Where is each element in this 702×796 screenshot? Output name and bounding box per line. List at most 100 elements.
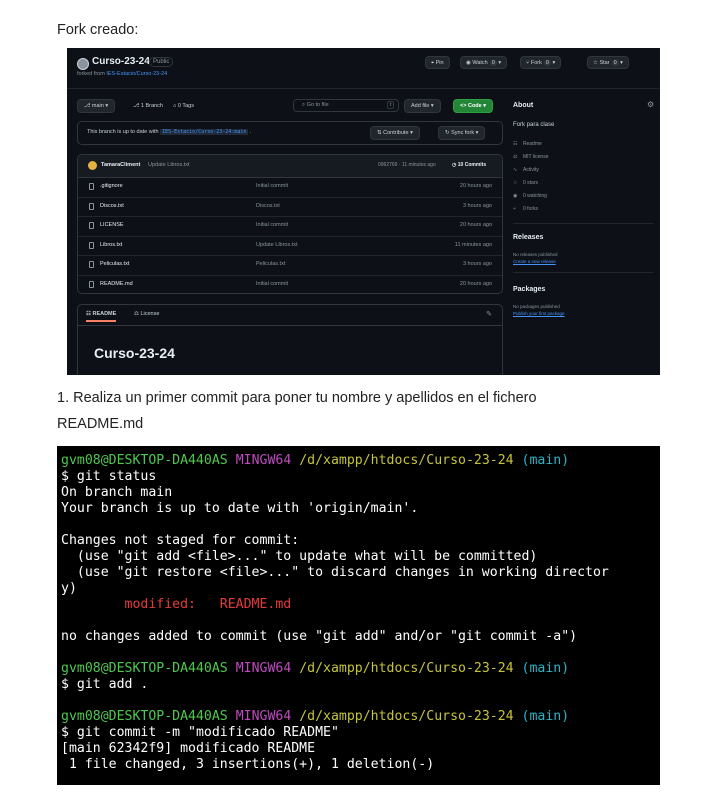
code-label: Code: [467, 103, 482, 109]
prompt-branch: (main): [521, 661, 570, 676]
file-name[interactable]: LICENSE: [100, 222, 124, 228]
commit-message[interactable]: Update Libros.txt: [148, 162, 190, 168]
branches-count: 1 Branch: [140, 103, 163, 109]
book-icon: ☷: [513, 141, 518, 147]
file-row[interactable]: README.md Initial commit 20 hours ago: [78, 275, 502, 293]
prompt-user: gvm08@DESKTOP-DA440AS: [61, 453, 228, 468]
file-date: 11 minutes ago: [454, 241, 492, 248]
repo-header: Curso-23-24 Public forked from IES-Estac…: [67, 48, 660, 89]
readme-heading: Curso-23-24: [94, 345, 175, 361]
about-item-forks[interactable]: ⑂ 0 forks: [513, 206, 538, 212]
about-item-watching[interactable]: ◉ 0 watching: [513, 193, 547, 199]
file-commit[interactable]: Initial commit: [256, 183, 288, 189]
file-commit[interactable]: Initial commit: [256, 281, 288, 287]
file-row[interactable]: Libros.txt Update Libros.txt 11 minutes …: [78, 236, 502, 257]
star-icon: ☆: [513, 180, 518, 186]
gear-icon[interactable]: ⚙: [647, 100, 654, 109]
tab-license-label: License: [140, 311, 160, 317]
star-icon: ☆: [593, 60, 598, 66]
prompt-env: MINGW64: [235, 709, 292, 724]
tags-link[interactable]: ⌂ 0 Tags: [173, 103, 194, 109]
pin-button[interactable]: ⌖ Pin: [425, 56, 450, 69]
file-commit[interactable]: Peliculas.txt: [256, 261, 285, 267]
file-icon: [89, 202, 94, 210]
create-release-link[interactable]: Create a new release: [513, 259, 556, 264]
prompt-path: /d/xampp/htdocs/Curso-23-24: [299, 661, 514, 676]
file-name[interactable]: Libros.txt: [100, 242, 122, 248]
go-to-file-input[interactable]: ⌕ Go to file: [293, 99, 399, 112]
publish-package-link[interactable]: Publish your first package: [513, 311, 565, 316]
add-file-button[interactable]: Add file ▾: [404, 99, 441, 113]
contribute-button[interactable]: ⇅ Contribute ▾: [370, 126, 420, 140]
branch-selector[interactable]: ⎇ main ▾: [77, 99, 116, 113]
branch-status-text: This branch is up to date with: [87, 129, 159, 135]
about-item-stars[interactable]: ☆ 0 stars: [513, 180, 538, 186]
file-name[interactable]: Peliculas.txt: [100, 261, 129, 267]
fork-label: Fork: [530, 60, 542, 66]
code-button[interactable]: <> Code ▾: [453, 99, 494, 113]
repo-name[interactable]: Curso-23-24: [92, 56, 150, 67]
tags-count: 0 Tags: [177, 103, 194, 109]
pin-label: Pin: [435, 60, 444, 66]
fork-button[interactable]: ⑂ Fork 0 ▾: [520, 56, 562, 69]
branches-link[interactable]: ⎇ 1 Branch: [133, 103, 163, 109]
book-icon: ☷: [86, 311, 91, 317]
file-date: 3 hours ago: [462, 261, 492, 268]
file-row[interactable]: .gitignore Initial commit 20 hours ago: [78, 177, 502, 198]
file-commit[interactable]: Discos.txt: [256, 203, 280, 209]
search-placeholder: Go to file: [306, 102, 329, 108]
watch-button[interactable]: ◉ Watch 0 ▾: [460, 56, 508, 69]
terminal-output: no changes added to commit (use "git add…: [61, 629, 578, 644]
branch-status-box: This branch is up to date with IES-Estac…: [77, 121, 503, 145]
file-date: 3 hours ago: [462, 202, 492, 209]
file-commit[interactable]: Update Libros.txt: [256, 242, 298, 248]
releases-title[interactable]: Releases: [513, 234, 543, 241]
prompt-user: gvm08@DESKTOP-DA440AS: [61, 709, 228, 724]
divider: [513, 272, 653, 273]
file-name[interactable]: Discos.txt: [100, 203, 124, 209]
file-date: 20 hours ago: [459, 281, 492, 287]
pin-icon: ⌖: [431, 60, 435, 66]
chevron-down-icon: ▾: [430, 103, 434, 109]
file-icon: [89, 183, 94, 190]
file-commit[interactable]: Initial commit: [256, 222, 288, 228]
terminal-prompt: gvm08@DESKTOP-DA440AS MINGW64 /d/xampp/h…: [61, 661, 569, 677]
file-name[interactable]: .gitignore: [100, 183, 123, 189]
upstream-ref[interactable]: IES-Estacio/Curso-23-24:main: [160, 129, 249, 135]
about-item-readme[interactable]: ☷ Readme: [513, 141, 542, 147]
tab-readme[interactable]: ☷ README: [86, 311, 117, 322]
releases-none: No releases published: [513, 252, 558, 257]
star-button[interactable]: ☆ Star 0 ▾: [587, 56, 629, 69]
chevron-down-icon: ▾: [410, 130, 413, 136]
chevron-down-icon: ▾: [105, 103, 109, 109]
file-row[interactable]: LICENSE Initial commit 20 hours ago: [78, 216, 502, 237]
file-name[interactable]: README.md: [100, 281, 133, 287]
star-label: Star: [599, 60, 610, 66]
divider: [513, 223, 653, 224]
edit-pencil-icon[interactable]: ✎: [486, 310, 492, 318]
pulse-icon: ∿: [513, 167, 518, 173]
sync-fork-button[interactable]: ↻ Sync fork ▾: [438, 126, 486, 140]
eye-icon: ◉: [466, 60, 471, 66]
terminal-modified-line: modified: README.md: [61, 597, 292, 612]
file-row[interactable]: Peliculas.txt Peliculas.txt 3 hours ago: [78, 255, 502, 276]
chevron-down-icon: ▾: [483, 103, 487, 109]
forked-from: forked from IES-Estacio/Curso-23-24: [77, 71, 167, 77]
terminal-command: $ git add .: [61, 677, 149, 692]
file-list: TamaraCliment Update Libros.txt 0962769 …: [77, 154, 503, 294]
packages-title[interactable]: Packages: [513, 286, 545, 293]
file-icon: [89, 241, 94, 249]
pull-request-icon: ⇅: [377, 130, 382, 136]
about-item-activity[interactable]: ∿ Activity: [513, 167, 539, 173]
prompt-branch: (main): [521, 709, 570, 724]
terminal-output: Changes not staged for commit:: [61, 533, 300, 548]
tab-readme-label: README: [92, 311, 117, 317]
tab-license[interactable]: ⚖ License: [134, 311, 159, 317]
commits-link[interactable]: ◷ 10 Commits: [452, 162, 486, 168]
github-repo-screenshot: Curso-23-24 Public forked from IES-Estac…: [67, 48, 660, 375]
file-row[interactable]: Discos.txt Discos.txt 3 hours ago: [78, 197, 502, 218]
forked-from-link[interactable]: IES-Estacio/Curso-23-24: [106, 71, 167, 77]
commit-author[interactable]: TamaraCliment: [101, 162, 140, 168]
terminal-command: $ git status: [61, 469, 157, 484]
about-item-license[interactable]: ⚖ MIT license: [513, 154, 548, 160]
